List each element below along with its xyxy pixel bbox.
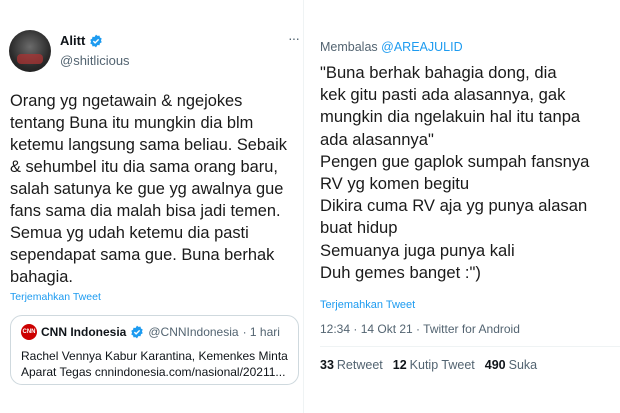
replying-to: Membalas @AREAJULID: [320, 40, 463, 54]
replying-to-handle[interactable]: @AREAJULID: [381, 40, 462, 54]
author-handle[interactable]: @shitlicious: [60, 53, 130, 68]
tweet-text: "Buna berhak bahagia dong, dia kek gitu …: [320, 63, 590, 282]
quoted-author-handle: @CNNIndonesia: [148, 325, 239, 339]
quoted-text-line-1: Rachel Vennya Kabur Karantina, Kemenkes …: [21, 349, 288, 363]
author-avatar[interactable]: [9, 30, 51, 72]
translate-tweet-link[interactable]: Terjemahkan Tweet: [320, 299, 415, 311]
tweet-text: Orang yg ngetawain & ngejokes tentang Bu…: [10, 92, 287, 286]
translate-tweet-link[interactable]: Terjemahkan Tweet: [10, 291, 101, 303]
like-label: Suka: [508, 358, 538, 372]
author-name-row[interactable]: Alitt: [60, 33, 103, 48]
cnn-logo-icon: CNN: [21, 324, 37, 340]
verified-badge-icon: [131, 325, 144, 339]
quoted-text-line-2[interactable]: Aparat Tegas cnnindonesia.com/nasional/2…: [21, 364, 288, 380]
like-stat[interactable]: 490 Suka: [485, 358, 537, 372]
quote-count: 12: [392, 358, 407, 372]
verified-badge-icon: [90, 34, 102, 47]
quote-tweet-stat[interactable]: 12 Kutip Tweet: [393, 358, 475, 372]
retweet-stat[interactable]: 33 Retweet: [320, 358, 383, 372]
quoted-tweet-text: Rachel Vennya Kabur Karantina, Kemenkes …: [21, 348, 288, 380]
tweet-stats: 33 Retweet 12 Kutip Tweet 490 Suka: [320, 358, 537, 372]
right-tweet-panel: Membalas @AREAJULID "Buna berhak bahagia…: [308, 0, 620, 413]
tweet-timestamp-source[interactable]: 12:34 · 14 Okt 21 · Twitter for Android: [320, 322, 520, 336]
quote-label: Kutip Tweet: [409, 358, 475, 372]
like-count: 490: [484, 358, 506, 372]
quoted-author-name: CNN Indonesia: [41, 325, 127, 339]
more-options-icon[interactable]: ···: [288, 31, 300, 45]
quoted-timestamp: · 1 hari: [242, 325, 280, 339]
quoted-tweet-header: CNN CNN Indonesia @CNNIndonesia · 1 hari: [21, 324, 288, 340]
author-name[interactable]: Alitt: [60, 33, 85, 48]
left-tweet-panel: Alitt @shitlicious ··· Orang yg ngetawai…: [0, 0, 304, 413]
retweet-label: Retweet: [336, 358, 383, 372]
divider: [320, 346, 620, 347]
replying-to-label: Membalas: [320, 40, 382, 54]
quoted-tweet-card[interactable]: CNN CNN Indonesia @CNNIndonesia · 1 hari…: [10, 315, 299, 385]
retweet-count: 33: [320, 358, 334, 372]
